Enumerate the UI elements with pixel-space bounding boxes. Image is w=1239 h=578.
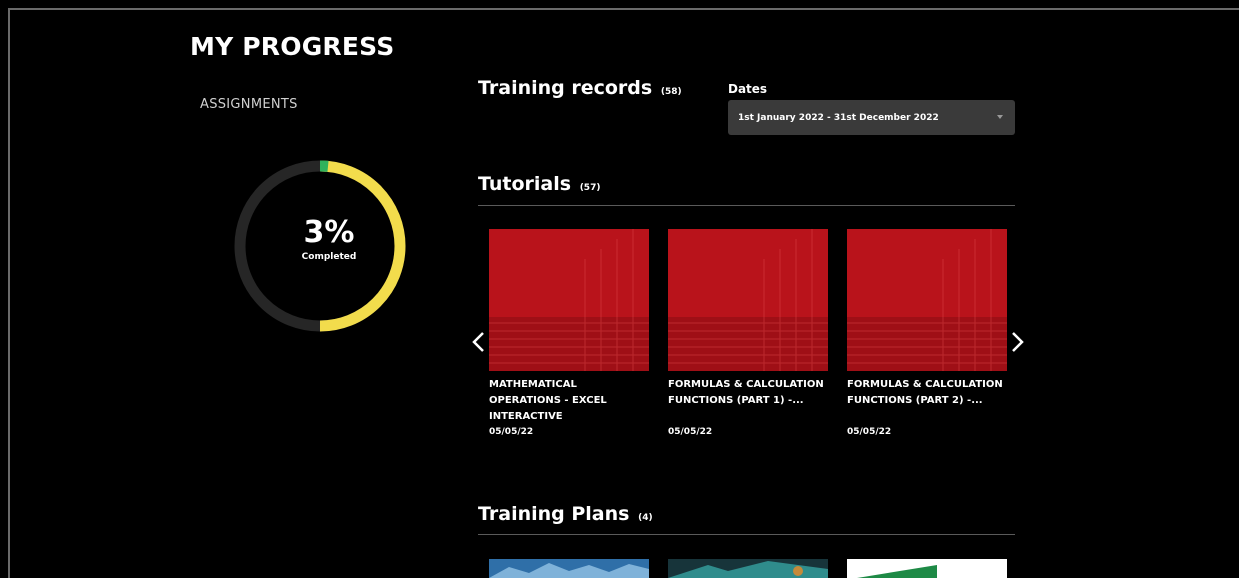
chevron-right-icon[interactable] — [1007, 330, 1027, 354]
dates-label: Dates — [728, 82, 768, 96]
tutorial-date: 05/05/22 — [489, 427, 534, 437]
tutorial-date: 05/05/22 — [847, 427, 892, 437]
progress-percent: 3% — [303, 215, 355, 250]
excel-pattern-image — [489, 229, 649, 371]
tutorial-card[interactable]: MATHEMATICAL OPERATIONS - EXCEL INTERACT… — [489, 229, 649, 437]
tutorial-title: FORMULAS & CALCULATION FUNCTIONS (PART 1… — [668, 379, 824, 406]
page-title: MY PROGRESS — [190, 32, 395, 61]
training-plans-title: Training Plans — [478, 503, 630, 525]
tutorial-thumbnail — [668, 229, 828, 371]
excel-pattern-image — [668, 229, 828, 371]
assignments-label: ASSIGNMENTS — [200, 97, 298, 112]
tutorials-divider — [478, 205, 1015, 206]
date-range-value: 1st January 2022 - 31st December 2022 — [738, 112, 939, 123]
progress-caption: Completed — [301, 252, 357, 262]
training-records-count: (58) — [660, 87, 682, 97]
tutorial-title: MATHEMATICAL OPERATIONS - EXCEL INTERACT… — [489, 379, 607, 422]
tutorial-title: FORMULAS & CALCULATION FUNCTIONS (PART 2… — [847, 379, 1003, 406]
tutorial-date: 05/05/22 — [668, 427, 713, 437]
tutorials-count: (57) — [579, 183, 601, 193]
training-plans-divider — [478, 534, 1015, 535]
training-plans-heading: Training Plans (4) — [478, 503, 653, 525]
training-plans-count: (4) — [638, 513, 653, 523]
chevron-down-icon — [997, 115, 1003, 119]
training-records-heading: Training records (58) — [478, 77, 682, 99]
training-records-title: Training records — [478, 77, 653, 99]
date-range-select[interactable]: 1st January 2022 - 31st December 2022 — [728, 100, 1015, 135]
excel-pattern-image — [847, 229, 1007, 371]
training-plan-thumbnail[interactable] — [489, 559, 649, 578]
progress-ring-text: 3% Completed — [234, 215, 424, 263]
tutorial-thumbnail — [847, 229, 1007, 371]
tutorials-heading: Tutorials (57) — [478, 173, 600, 195]
tutorial-card[interactable]: FORMULAS & CALCULATION FUNCTIONS (PART 1… — [668, 229, 828, 437]
tutorials-title: Tutorials — [478, 173, 572, 195]
tutorial-card[interactable]: FORMULAS & CALCULATION FUNCTIONS (PART 2… — [847, 229, 1007, 437]
chevron-left-icon[interactable] — [469, 330, 489, 354]
training-plan-thumbnail[interactable] — [668, 559, 828, 578]
training-plan-thumbnail[interactable] — [847, 559, 1007, 578]
tutorial-thumbnail — [489, 229, 649, 371]
